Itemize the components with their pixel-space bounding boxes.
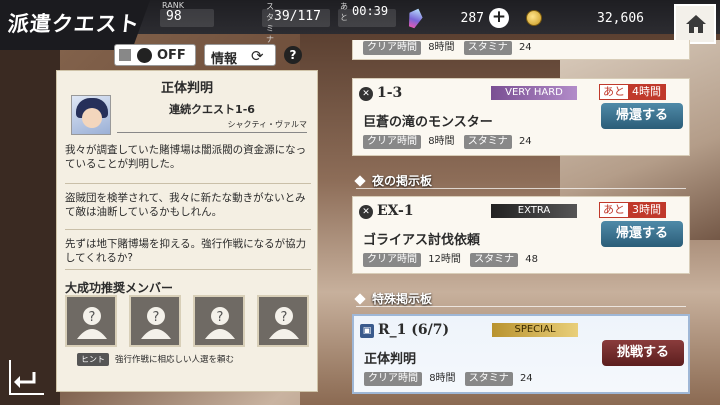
quest-meta: クリア時間 8時間 スタミナ 24	[363, 135, 538, 149]
special-quest-icon: ▣	[360, 324, 374, 338]
story-paragraph: 我々が調査していた賭博場は闇派閥の資金源になっていることが判明した。	[65, 144, 307, 170]
clear-time-tag: クリア時間	[363, 253, 421, 267]
diamond-icon	[354, 293, 366, 305]
svg-text:?: ?	[217, 310, 224, 325]
unknown-member-icon: ?	[205, 307, 235, 339]
clear-time-value: 8時間	[429, 373, 456, 384]
quest-list[interactable]: クリア時間 8時間 スタミナ 24 ✕ 1-3 VERY HARD あと 4時間 …	[352, 40, 692, 405]
quest-name: 正体判明	[364, 352, 417, 367]
stamina-value: 39/117	[274, 9, 321, 24]
timer-prefix: あと	[340, 2, 348, 22]
quest-name: 巨蒼の滝のモンスター	[363, 115, 493, 130]
return-button[interactable]: 帰還する	[601, 221, 683, 247]
story-paragraph: 先ずは地下賭博場を抑える。強行作戦になるが協力してくれるか?	[65, 238, 307, 264]
quest-id: 1-3	[377, 85, 403, 101]
info-button[interactable]: 情報 ⟳	[204, 44, 276, 67]
member-slot[interactable]: ?	[257, 295, 309, 347]
quest-detail-panel: 正体判明 連続クエスト1-6 シャクティ・ヴァルマ 我々が調査していた賭博場は闇…	[56, 70, 318, 392]
quest-subtitle: 連続クエスト1-6	[169, 103, 255, 116]
quest-title: 正体判明	[160, 81, 213, 96]
quest-card-selected[interactable]: ▣ R_1 (6/7) SPECIAL 正体判明 挑戦する クリア時間 8時間 …	[352, 314, 690, 394]
member-title: 大成功推奨メンバー	[65, 281, 174, 295]
quest-id: EX-1	[377, 203, 414, 219]
home-button[interactable]	[674, 4, 716, 44]
stamina-cost-value: 24	[518, 42, 532, 53]
title-block: 派遣クエスト	[0, 0, 150, 50]
unknown-member-icon: ?	[269, 307, 299, 339]
story-paragraph: 盗賊団を検挙されて、我々に新たな動きがないとみて敵は油断しているかもしれん。	[65, 192, 306, 218]
remaining-time: あと 3時間	[599, 202, 666, 218]
quest-meta: クリア時間 8時間 スタミナ 24	[364, 372, 539, 386]
coin-value: 32,606	[597, 11, 644, 26]
clear-time-tag: クリア時間	[363, 41, 421, 55]
back-button[interactable]	[8, 358, 48, 398]
rank-value: 98	[166, 9, 182, 24]
divider	[65, 183, 311, 184]
stamina-cost-value: 24	[519, 373, 533, 384]
info-label: 情報	[211, 52, 238, 67]
clear-time-value: 8時間	[428, 136, 455, 147]
unknown-member-icon: ?	[77, 307, 107, 339]
quest-name: ゴライアス討伐依頼	[363, 233, 481, 248]
add-quartz-button[interactable]: +	[489, 8, 509, 28]
quest-meta: クリア時間 12時間 スタミナ 48	[363, 253, 544, 267]
avatar	[71, 95, 111, 135]
sword-icon: ✕	[359, 205, 373, 219]
hint-text: 強行作戦に相応しい人選を頼む	[115, 355, 235, 365]
section-header: 特殊掲示板	[354, 290, 686, 307]
quest-card[interactable]: ✕ EX-1 EXTRA あと 3時間 ゴライアス討伐依頼 帰還する クリア時間 …	[352, 196, 690, 274]
stamina-label: スタミナ	[266, 2, 274, 44]
return-button[interactable]: 帰還する	[601, 103, 683, 129]
difficulty-badge: EXTRA	[491, 204, 577, 218]
difficulty-badge: VERY HARD	[491, 86, 577, 100]
stamina-tag: スタミナ	[463, 41, 512, 55]
quest-card[interactable]: クリア時間 8時間 スタミナ 24	[352, 40, 690, 60]
svg-text:?: ?	[153, 310, 160, 325]
clear-time-value: 12時間	[428, 254, 461, 265]
plus-icon: +	[491, 7, 507, 27]
clear-time-tag: クリア時間	[364, 372, 422, 386]
left-controls: OFF 情報 ⟳ ?	[114, 44, 304, 67]
quest-card[interactable]: ✕ 1-3 VERY HARD あと 4時間 巨蒼の滝のモンスター 帰還する クリ…	[352, 78, 690, 156]
section-header: 夜の掲示板	[354, 172, 686, 189]
toggle-label: OFF	[157, 48, 186, 63]
hint-label: ヒント	[77, 353, 109, 366]
coin-icon	[526, 10, 542, 26]
auto-toggle[interactable]: OFF	[114, 44, 196, 66]
member-slot[interactable]: ?	[65, 295, 117, 347]
clear-time-value: 8時間	[428, 42, 455, 53]
sword-icon: ✕	[359, 87, 373, 101]
challenge-button[interactable]: 挑戦する	[602, 340, 684, 366]
clear-time-tag: クリア時間	[363, 135, 421, 149]
stamina-tag: スタミナ	[470, 253, 519, 267]
quest-id: R_1 (6/7)	[378, 322, 450, 338]
stamina-cost-value: 24	[518, 136, 532, 147]
quest-meta: クリア時間 8時間 スタミナ 24	[363, 41, 538, 55]
divider	[65, 229, 311, 230]
stamina-tag: スタミナ	[464, 372, 513, 386]
back-arrow-icon	[9, 360, 44, 395]
divider	[65, 269, 311, 270]
unknown-member-icon: ?	[141, 307, 171, 339]
svg-text:?: ?	[89, 310, 96, 325]
stamina-cost-value: 48	[525, 254, 539, 265]
stamina-tag: スタミナ	[463, 135, 512, 149]
diamond-icon	[354, 175, 366, 187]
home-icon	[686, 15, 706, 33]
timer-value: 00:39	[352, 4, 389, 18]
help-button[interactable]: ?	[284, 46, 302, 64]
page-title: 派遣クエスト	[6, 12, 142, 36]
background-left-shade	[0, 0, 60, 405]
npc-name: シャクティ・ヴァルマ	[117, 119, 307, 133]
svg-text:?: ?	[281, 310, 288, 325]
difficulty-badge: SPECIAL	[492, 323, 578, 337]
person-icon	[137, 48, 152, 63]
checkbox-icon	[119, 49, 131, 61]
member-slot[interactable]: ?	[129, 295, 181, 347]
member-slot[interactable]: ?	[193, 295, 245, 347]
remaining-time: あと 4時間	[599, 84, 666, 100]
refresh-icon: ⟳	[251, 47, 264, 65]
quartz-value: 287	[460, 11, 484, 26]
